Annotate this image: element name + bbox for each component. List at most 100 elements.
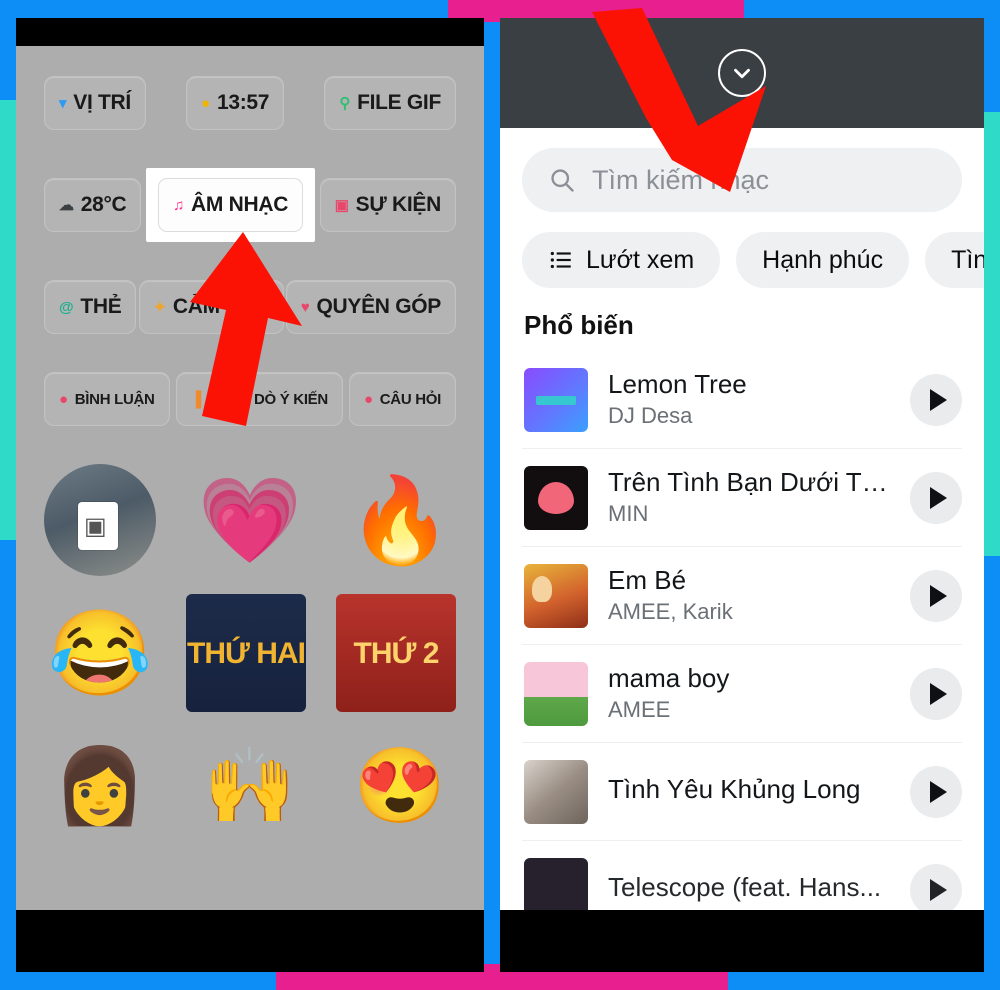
memoji-yes-sticker-glyph: 🙌 <box>203 744 297 827</box>
poll-bars-icon: ▐ <box>190 390 202 408</box>
question-bubble-icon: ● <box>363 390 373 408</box>
sticker-option-mention-at-icon[interactable]: @ THẺ <box>44 280 137 334</box>
music-sheet-header <box>500 18 984 128</box>
play-triangle-glyph <box>929 878 947 901</box>
play-icon[interactable] <box>910 471 962 524</box>
sticker-option-gif-search-icon[interactable]: ⚲ FILE GIF <box>324 76 456 130</box>
music-search-field[interactable]: Tìm kiếm nhạc <box>522 148 962 212</box>
frame-stripe-bottom-left <box>0 970 276 990</box>
song-album-art <box>524 759 588 824</box>
sticker-option-label: CÂU HỎI <box>379 390 442 408</box>
play-icon[interactable] <box>910 373 962 426</box>
sticker-option-feeling-star-icon[interactable]: ✦ CẢM XÚC <box>138 280 284 334</box>
left-phone-screenshot: ▾ VỊ TRÍ ● 13:57 ⚲ FILE GIF ☁ 28°C ♫ ÂM NHẠC ▣ SỰ K… <box>16 18 484 972</box>
popular-section-title: Phổ biến <box>524 310 634 340</box>
song-list-item[interactable]: Em Bé AMEE, Karik <box>522 547 962 645</box>
song-list-item[interactable]: mama boy AMEE <box>522 645 962 743</box>
play-icon[interactable] <box>910 863 962 910</box>
sticker-option-weather-cloud-icon[interactable]: ☁ 28°C <box>44 178 142 232</box>
music-category-pill-row[interactable]: Lướt xem Hạnh phúc Tình y <box>500 212 984 288</box>
play-icon[interactable] <box>910 667 962 720</box>
sticker-option-label: SỰ KIỆN <box>355 193 442 216</box>
sticker-option-label: 28°C <box>80 193 127 216</box>
chevron-down-circle-icon[interactable] <box>718 49 766 97</box>
memoji-glasses-sticker-glyph: 👩 <box>53 744 147 827</box>
sticker-option-location-pin-icon[interactable]: ▾ VỊ TRÍ <box>44 76 146 130</box>
play-icon[interactable] <box>910 569 962 622</box>
sticker-option-label: ÂM NHẠC <box>191 193 289 216</box>
music-category-pill[interactable]: Lướt xem <box>522 232 721 288</box>
location-pin-icon: ▾ <box>59 94 67 112</box>
search-area: Tìm kiếm nhạc <box>500 128 984 212</box>
song-album-art <box>524 367 588 432</box>
thu-hai-text-sticker[interactable]: THỨ HAI <box>186 594 306 712</box>
music-category-pill[interactable]: Hạnh phúc <box>736 232 910 288</box>
sticker-option-row: ● BÌNH LUẬN ▐ THĂM DÒ Ý KIẾN ● CÂU HỎI <box>44 372 456 426</box>
sticker-option-label: THĂM DÒ Ý KIẾN <box>207 390 328 408</box>
heart-face-sticker-glyph: 💗 <box>197 473 303 567</box>
song-artist: DJ Desa <box>608 403 693 429</box>
song-title: Tình Yêu Khủng Long <box>608 774 861 804</box>
music-category-pill-label: Hạnh phúc <box>762 245 884 274</box>
song-list-item[interactable]: Trên Tình Bạn Dưới Tìn... MIN <box>522 449 962 547</box>
sticker-option-clock-icon[interactable]: ● 13:57 <box>186 76 285 130</box>
avatar-photo-sticker[interactable]: ▣ <box>44 464 156 576</box>
song-title: Telescope (feat. Hans... <box>608 872 882 902</box>
frame-stripe-bottom-right <box>728 970 1000 990</box>
mention-at-icon: @ <box>59 298 74 316</box>
thu-2-text-sticker[interactable]: THỨ 2 <box>336 594 456 712</box>
sticker-option-label: CẢM XÚC <box>172 295 269 318</box>
chevron-down-glyph <box>734 68 750 79</box>
song-album-art <box>524 563 588 628</box>
song-album-art <box>524 465 588 530</box>
sticker-option-row: ▾ VỊ TRÍ ● 13:57 ⚲ FILE GIF <box>44 76 456 130</box>
sticker-row: 😂 THỨ HAI THỨ 2 <box>44 594 456 712</box>
memoji-hearteyes-sticker-glyph: 😍 <box>353 744 447 827</box>
sticker-option-donate-heart-icon[interactable]: ♥ QUYÊN GÓP <box>285 280 456 334</box>
music-category-pill[interactable]: Tình y <box>925 232 984 288</box>
song-meta: Trên Tình Bạn Dưới Tìn... MIN <box>608 468 890 528</box>
right-phone-screenshot: Tìm kiếm nhạc Lướt xem Hạnh phúc Tình y Ph… <box>500 18 984 972</box>
calendar-icon: ▣ <box>334 196 349 214</box>
song-list-item[interactable]: Tình Yêu Khủng Long <box>522 743 962 841</box>
music-category-pill-label: Tình y <box>951 245 984 274</box>
highlighted-music-option[interactable]: ♫ ÂM NHẠC <box>146 168 316 242</box>
joy-emoji-sticker[interactable]: 😂 <box>44 597 156 709</box>
sticker-option-poll-bars-icon[interactable]: ▐ THĂM DÒ Ý KIẾN <box>175 372 343 426</box>
music-sheet-body: Tìm kiếm nhạc Lướt xem Hạnh phúc Tình y Ph… <box>500 128 984 910</box>
sticker-row: ▣ 💗 🔥 <box>44 464 456 576</box>
sticker-option-calendar-icon[interactable]: ▣ SỰ KIỆN <box>319 178 456 232</box>
music-category-pill-label: Lướt xem <box>586 245 695 274</box>
song-meta: mama boy AMEE <box>608 664 890 724</box>
sticker-option-music-note-icon[interactable]: ♫ ÂM NHẠC <box>158 178 304 232</box>
sticker-preview-grid: ▣ 💗 🔥 😂 THỨ HAI THỨ 2 👩 🙌 😍 <box>44 464 456 842</box>
song-album-art <box>524 661 588 726</box>
song-title: Trên Tình Bạn Dưới Tìn... <box>608 467 890 497</box>
donate-heart-icon: ♥ <box>300 298 310 316</box>
search-icon <box>551 169 574 192</box>
memoji-hearteyes-sticker[interactable]: 😍 <box>344 730 456 842</box>
sticker-option-label: THẺ <box>80 295 122 318</box>
song-album-art <box>524 857 588 910</box>
sticker-option-question-bubble-icon[interactable]: ● CÂU HỎI <box>348 372 456 426</box>
fire-sticker-glyph: 🔥 <box>347 473 453 567</box>
song-list-item[interactable]: Lemon Tree DJ Desa <box>522 351 962 449</box>
play-triangle-glyph <box>929 682 947 705</box>
sticker-option-comment-bubble-icon[interactable]: ● BÌNH LUẬN <box>44 372 170 426</box>
play-icon[interactable] <box>910 765 962 818</box>
frame-stripe-top-right <box>744 0 1000 18</box>
list-icon <box>550 251 571 269</box>
song-list-item[interactable]: Telescope (feat. Hans... <box>522 841 962 910</box>
comment-bubble-icon: ● <box>59 390 68 408</box>
memoji-glasses-sticker[interactable]: 👩 <box>44 730 156 842</box>
fire-sticker[interactable]: 🔥 <box>344 464 456 576</box>
song-title: Em Bé <box>608 565 687 595</box>
song-artist: AMEE, Karik <box>608 599 733 625</box>
song-meta: Em Bé AMEE, Karik <box>608 566 890 626</box>
heart-face-sticker[interactable]: 💗 <box>194 464 306 576</box>
music-note-icon: ♫ <box>173 196 185 214</box>
song-artist: MIN <box>608 501 649 527</box>
memoji-yes-sticker[interactable]: 🙌 <box>194 730 306 842</box>
sticker-option-grid: ▾ VỊ TRÍ ● 13:57 ⚲ FILE GIF ☁ 28°C ♫ ÂM NHẠC ▣ SỰ K… <box>44 76 456 426</box>
frame-stripe-top-left <box>0 0 448 18</box>
